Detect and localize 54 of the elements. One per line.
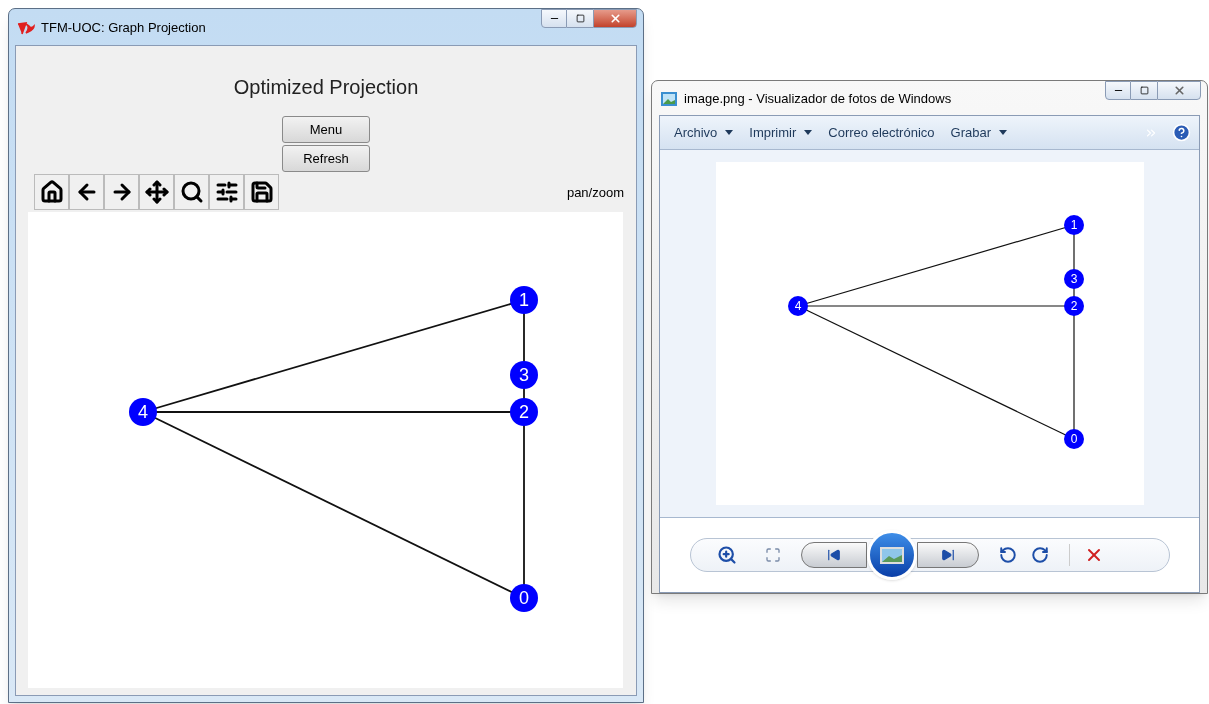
save-tool-button[interactable] <box>244 174 279 210</box>
graph-node: 0 <box>1063 429 1084 449</box>
menu-item[interactable]: Archivo <box>666 122 742 143</box>
maximize-icon <box>575 14 585 23</box>
menu-item[interactable]: Correo electrónico <box>820 122 943 143</box>
minimize-button[interactable] <box>541 9 567 28</box>
maximize-button[interactable] <box>567 9 593 28</box>
sliders-tool-button[interactable] <box>209 174 244 210</box>
feather-icon <box>17 20 35 35</box>
graph-node: 0 <box>510 584 538 612</box>
help-icon[interactable] <box>1172 123 1191 142</box>
zoom-icon[interactable] <box>716 545 737 565</box>
graph-node: 3 <box>510 361 538 389</box>
rotate-right-icon[interactable] <box>1030 546 1049 564</box>
mode-label: pan/zoom <box>566 183 624 202</box>
minimize-button[interactable] <box>1105 81 1131 100</box>
next-button[interactable] <box>916 542 979 568</box>
slideshow-button[interactable] <box>866 530 917 580</box>
maximize-button[interactable] <box>1131 81 1157 100</box>
back-arrow-tool-button[interactable] <box>69 174 104 210</box>
close-button[interactable] <box>593 9 637 28</box>
move-tool-button[interactable] <box>139 174 174 210</box>
close-icon <box>608 12 622 25</box>
move-icon <box>144 180 169 204</box>
graph-node: 3 <box>1063 269 1084 289</box>
plot-heading: Optimized Projection <box>233 75 419 100</box>
action-button[interactable]: Menu <box>282 116 370 143</box>
maximize-icon <box>1139 86 1149 95</box>
graph-node: 1 <box>1063 215 1084 235</box>
forward-arrow-tool-button[interactable] <box>104 174 139 210</box>
graph-node: 2 <box>1063 296 1084 316</box>
graph-node: 2 <box>510 398 538 426</box>
sliders-icon <box>214 180 239 204</box>
previous-icon <box>826 548 841 562</box>
save-icon <box>249 180 274 204</box>
window-title: image.png - Visualizador de fotos de Windows <box>684 90 952 108</box>
close-icon <box>1172 84 1186 97</box>
graph-node: 1 <box>510 286 538 314</box>
image-icon <box>660 90 678 107</box>
menu-item[interactable]: Imprimir <box>741 122 821 143</box>
window-title: TFM-UOC: Graph Projection <box>41 19 206 37</box>
image-icon <box>879 546 904 564</box>
menu-item[interactable]: Grabar <box>942 122 1015 143</box>
next-icon <box>940 548 955 562</box>
close-button[interactable] <box>1157 81 1201 100</box>
home-icon <box>39 180 64 204</box>
rotate-left-icon[interactable] <box>998 546 1017 564</box>
search-tool-button[interactable] <box>174 174 209 210</box>
graph-node: 4 <box>129 398 157 426</box>
search-icon <box>179 180 204 204</box>
home-tool-button[interactable] <box>34 174 69 210</box>
previous-button[interactable] <box>800 542 867 568</box>
action-button[interactable]: Refresh <box>282 145 370 172</box>
graph-node: 4 <box>787 296 808 316</box>
